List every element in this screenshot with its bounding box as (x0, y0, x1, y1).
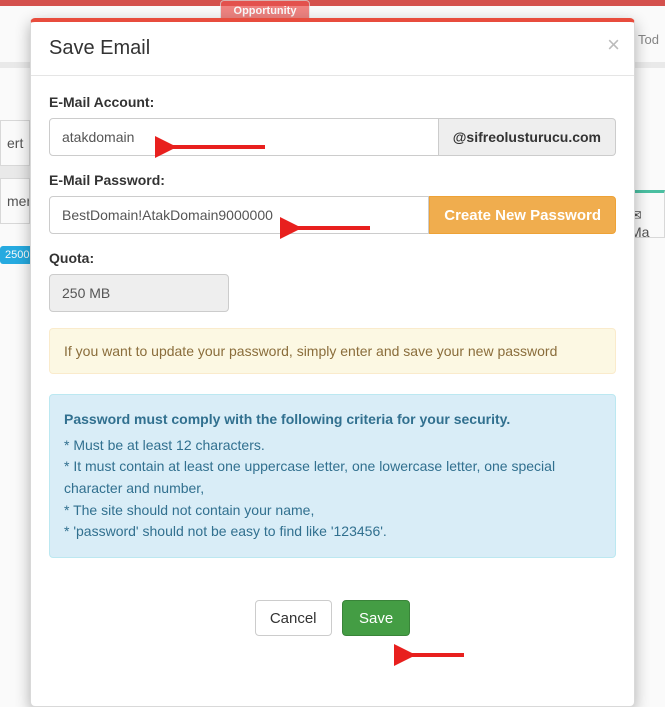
password-group: E-Mail Password: Create New Password (49, 172, 616, 234)
criteria-line-2: * It must contain at least one uppercase… (64, 456, 601, 499)
modal-header: Save Email × (31, 22, 634, 76)
criteria-title: Password must comply with the following … (64, 409, 601, 431)
modal-body: E-Mail Account: @sifreolusturucu.com E-M… (31, 76, 634, 582)
email-domain-addon: @sifreolusturucu.com (439, 118, 616, 156)
modal-footer: Cancel Save (31, 582, 634, 654)
update-password-info: If you want to update your password, sim… (49, 328, 616, 374)
create-password-button[interactable]: Create New Password (429, 196, 616, 234)
quota-input (49, 274, 229, 312)
quota-group: Quota: (49, 250, 616, 312)
criteria-line-3: * The site should not contain your name, (64, 500, 601, 522)
email-account-label: E-Mail Account: (49, 94, 616, 110)
email-account-group: E-Mail Account: @sifreolusturucu.com (49, 94, 616, 156)
modal-title: Save Email (49, 37, 616, 60)
criteria-line-1: * Must be at least 12 characters. (64, 435, 601, 457)
email-account-input[interactable] (49, 118, 439, 156)
password-criteria-box: Password must comply with the following … (49, 394, 616, 558)
password-input[interactable] (49, 196, 429, 234)
save-button[interactable]: Save (342, 600, 410, 636)
password-label: E-Mail Password: (49, 172, 616, 188)
close-button[interactable]: × (607, 34, 620, 56)
cancel-button[interactable]: Cancel (255, 600, 332, 636)
criteria-line-4: * 'password' should not be easy to find … (64, 521, 601, 543)
save-email-modal: Save Email × E-Mail Account: @sifreolust… (30, 18, 635, 707)
quota-label: Quota: (49, 250, 616, 266)
